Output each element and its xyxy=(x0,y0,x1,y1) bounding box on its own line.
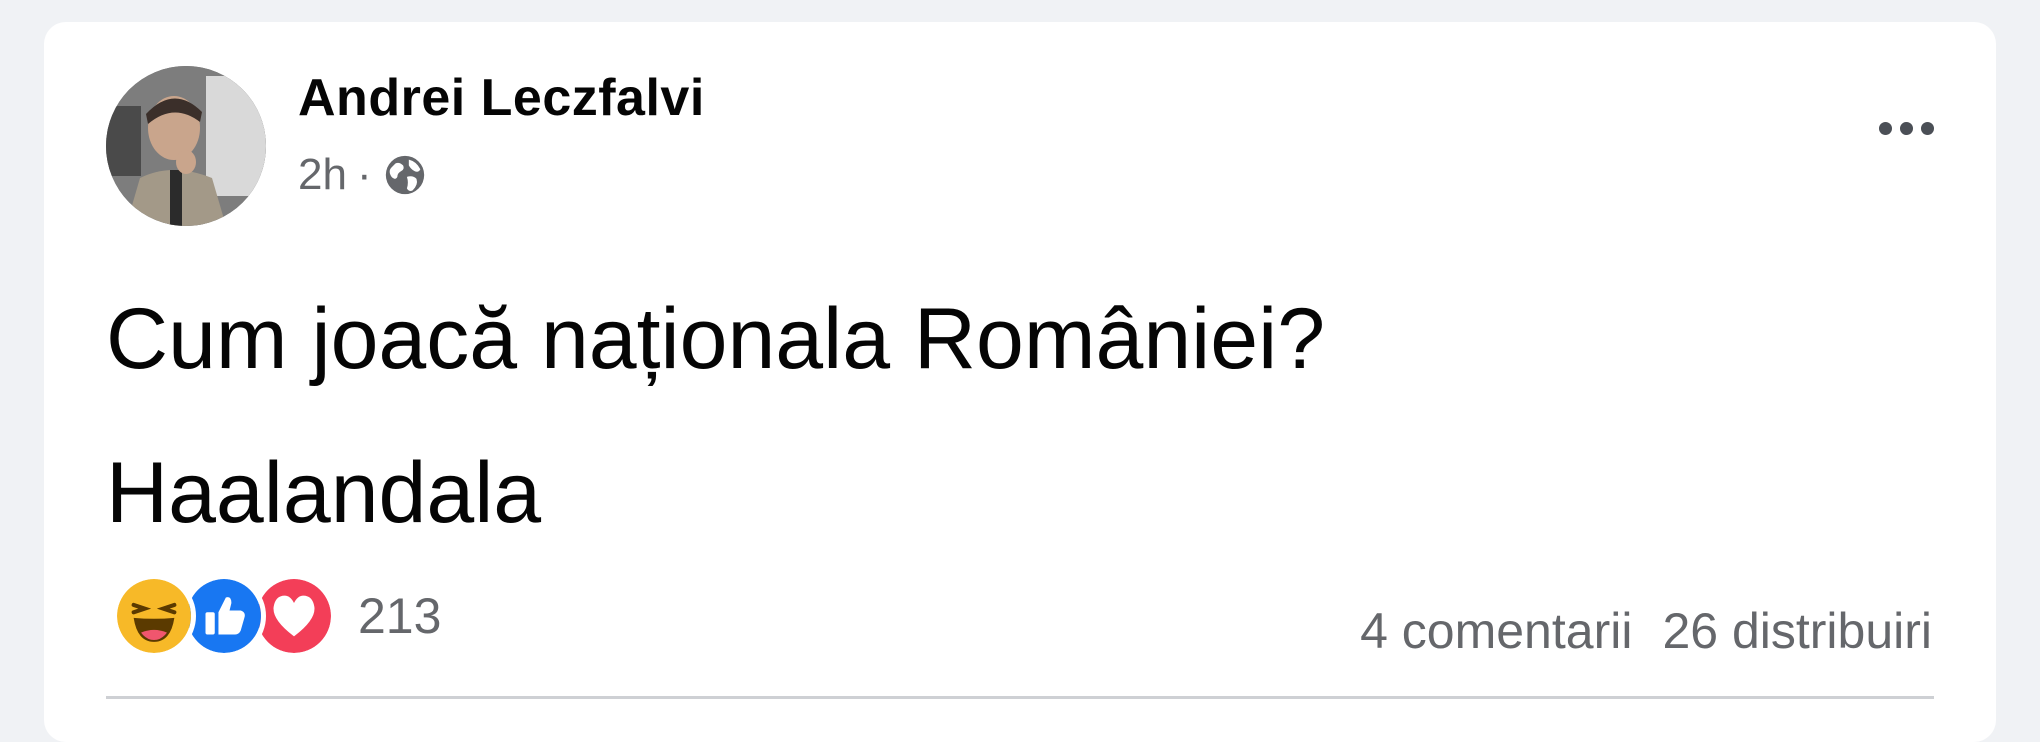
shares-count-link[interactable]: 26 distribuiri xyxy=(1662,602,1932,660)
author-name[interactable]: Andrei Leczfalvi xyxy=(298,68,705,128)
post-time[interactable]: 2h xyxy=(298,150,347,200)
more-dot xyxy=(1879,122,1892,135)
avatar[interactable] xyxy=(106,66,266,226)
divider xyxy=(106,696,1934,699)
more-options-icon[interactable] xyxy=(1879,122,1934,135)
globe-icon[interactable] xyxy=(382,152,428,198)
meta-separator: · xyxy=(356,150,372,199)
post-text-line-2: Haalandala xyxy=(106,445,542,541)
reactions-summary[interactable]: 213 xyxy=(112,574,441,658)
more-dot xyxy=(1900,122,1913,135)
comments-count-link[interactable]: 4 comentarii xyxy=(1360,602,1632,660)
avatar-photo xyxy=(106,66,266,226)
post-stats: 4 comentarii 26 distribuiri xyxy=(1360,602,1932,660)
more-dot xyxy=(1921,122,1934,135)
haha-icon xyxy=(112,574,196,658)
post-meta: 2h · xyxy=(298,150,428,200)
post-text-line-1: Cum joacă naționala României? xyxy=(106,291,1326,387)
reactions-count: 213 xyxy=(358,588,442,644)
post-card: Andrei Leczfalvi 2h · Cum joacă național… xyxy=(44,22,1996,742)
